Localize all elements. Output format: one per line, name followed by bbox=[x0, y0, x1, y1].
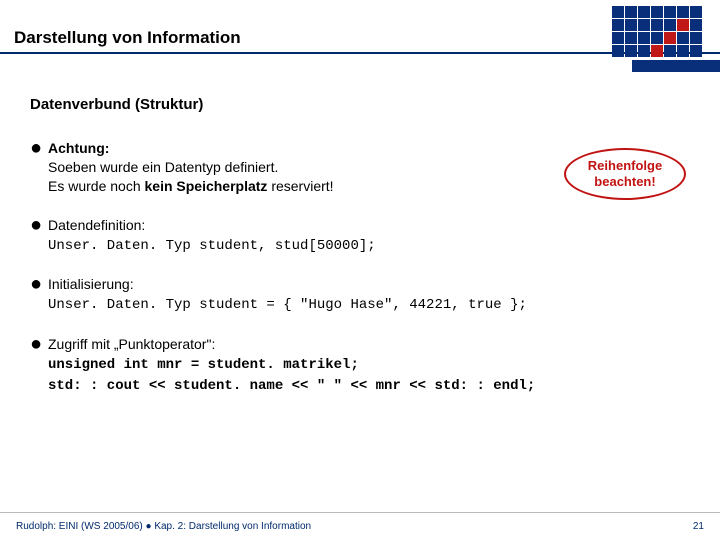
code-line: std: : cout << student. name << " " << m… bbox=[48, 378, 535, 394]
callout-text: beachten! bbox=[594, 174, 655, 189]
slide-content: Datenverbund (Struktur) ● Achtung: Soebe… bbox=[0, 56, 720, 396]
bullet-text: reserviert! bbox=[267, 178, 333, 194]
footer-text: Rudolph: EINI (WS 2005/06) ● Kap. 2: Dar… bbox=[16, 521, 311, 532]
code-line: Unser. Daten. Typ student, stud[50000]; bbox=[48, 238, 376, 254]
bullet-icon: ● bbox=[30, 216, 48, 232]
slide-title: Darstellung von Information bbox=[14, 28, 241, 48]
callout-text: Reihenfolge bbox=[588, 158, 662, 173]
list-item: ● Zugriff mit „Punktoperator": unsigned … bbox=[30, 335, 690, 396]
slide-subtitle: Datenverbund (Struktur) bbox=[30, 96, 690, 113]
bullet-text: Soeben wurde ein Datentyp definiert. bbox=[48, 159, 278, 175]
code-line: Unser. Daten. Typ student = { "Hugo Hase… bbox=[48, 297, 527, 313]
bullet-icon: ● bbox=[30, 139, 48, 155]
bullet-heading: Achtung: bbox=[48, 140, 109, 156]
list-item: ● Initialisierung: Unser. Daten. Typ stu… bbox=[30, 275, 690, 315]
bullet-heading: Initialisierung: bbox=[48, 276, 134, 292]
code-line: unsigned int mnr = student. matrikel; bbox=[48, 357, 359, 373]
bullet-heading: Datendefinition: bbox=[48, 217, 145, 233]
slide-footer: Rudolph: EINI (WS 2005/06) ● Kap. 2: Dar… bbox=[0, 512, 720, 540]
page-number: 21 bbox=[693, 521, 704, 532]
bullet-text: Es wurde noch bbox=[48, 178, 145, 194]
slide-header: Darstellung von Information bbox=[0, 0, 720, 56]
bullet-text-bold: kein Speicherplatz bbox=[145, 178, 268, 194]
bullet-icon: ● bbox=[30, 275, 48, 291]
bullet-icon: ● bbox=[30, 335, 48, 351]
bullet-heading: Zugriff mit „Punktoperator": bbox=[48, 336, 215, 352]
list-item: ● Datendefinition: Unser. Daten. Typ stu… bbox=[30, 216, 690, 256]
callout-oval: Reihenfolge beachten! bbox=[564, 148, 686, 200]
